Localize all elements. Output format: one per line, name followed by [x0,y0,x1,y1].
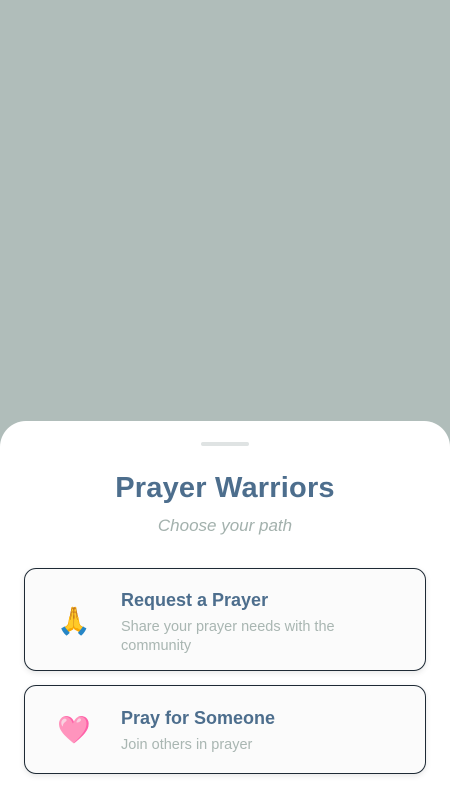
sheet-title: Prayer Warriors [115,472,335,504]
bottom-sheet: Prayer Warriors Choose your path 🙏 Reque… [0,421,450,800]
option-title: Request a Prayer [121,590,269,610]
option-title: Pray for Someone [121,708,276,728]
pray-for-someone-option[interactable]: 🩷 Pray for Someone Join others in prayer [24,685,426,774]
option-description: Join others in prayer [121,737,253,753]
request-prayer-option[interactable]: 🙏 Request a Prayer Share your prayer nee… [24,568,426,671]
pink-heart-icon: 🩷 [57,715,91,745]
option-description: Share your prayer needs with the communi… [121,619,335,654]
praying-hands-icon: 🙏 [57,606,91,636]
sheet-subtitle: Choose your path [157,516,293,535]
drag-handle[interactable] [201,442,249,446]
